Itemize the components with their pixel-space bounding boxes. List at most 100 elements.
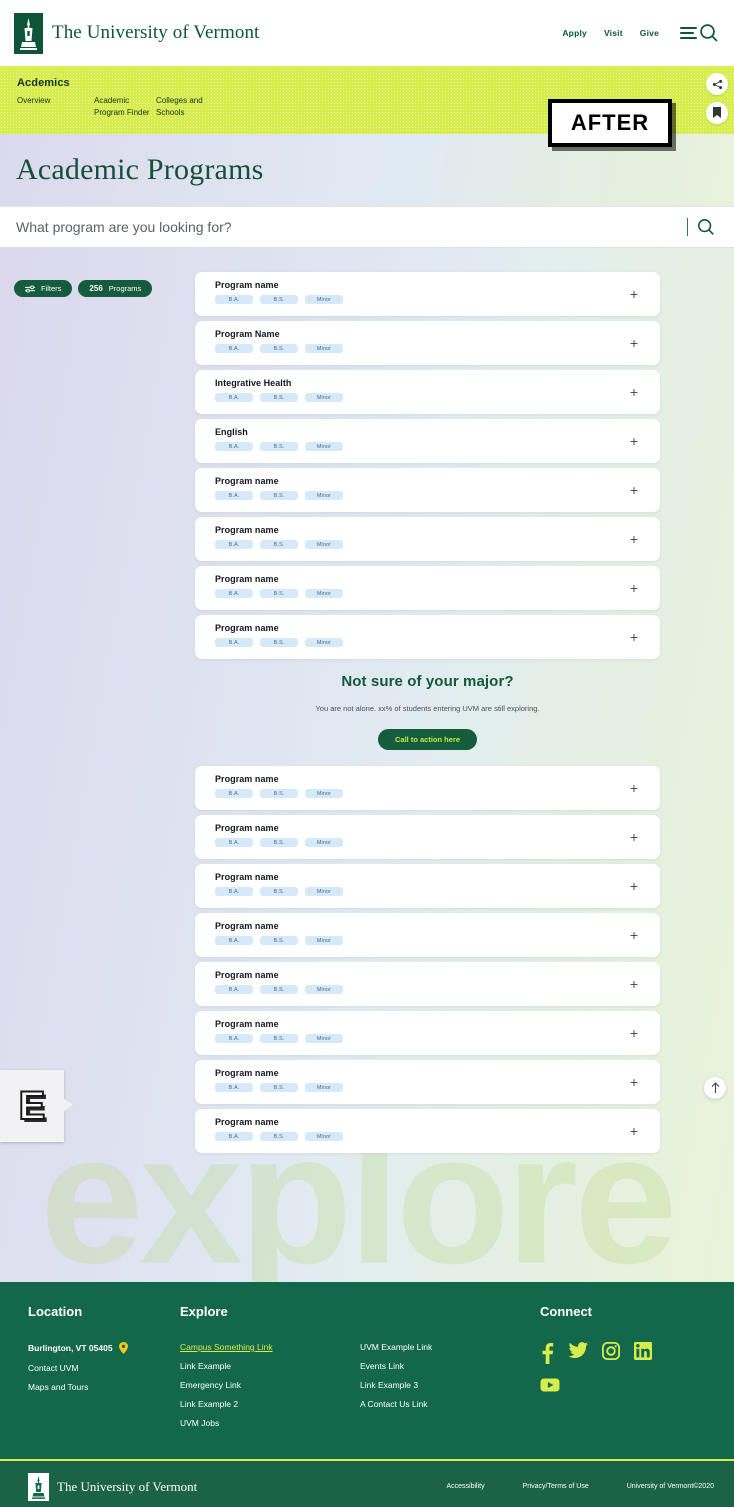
degree-tag: B.S.: [260, 442, 298, 451]
footer-link-link-example-2[interactable]: Link Example 2: [180, 1399, 360, 1409]
site-logo[interactable]: The University of Vermont: [14, 12, 259, 54]
program-card[interactable]: Program name B.A. B.S. Minor +: [195, 913, 660, 957]
program-card[interactable]: Program name B.A. B.S. Minor +: [195, 566, 660, 610]
share-button[interactable]: [706, 73, 728, 95]
footer-link-link-example[interactable]: Link Example: [180, 1361, 360, 1371]
facebook-icon[interactable]: [540, 1342, 554, 1364]
program-card[interactable]: Program name B.A. B.S. Minor +: [195, 864, 660, 908]
degree-tag: B.A.: [215, 442, 253, 451]
footer-link-contact-uvm[interactable]: Contact UVM: [28, 1363, 180, 1373]
degree-tags: B.A. B.S. Minor: [215, 442, 660, 451]
degree-tags: B.A. B.S. Minor: [215, 1034, 660, 1043]
nav-link-apply[interactable]: Apply: [562, 28, 587, 38]
cta-button[interactable]: Call to action here: [377, 729, 477, 750]
program-card[interactable]: Program name B.A. B.S. Minor +: [195, 615, 660, 659]
program-name: Program name: [215, 823, 279, 833]
program-card[interactable]: Program name B.A. B.S. Minor +: [195, 1011, 660, 1055]
degree-tag: B.S.: [260, 540, 298, 549]
program-card[interactable]: Integrative Health B.A. B.S. Minor +: [195, 370, 660, 414]
program-name: Program name: [215, 774, 279, 784]
degree-tag: Minor: [305, 789, 343, 798]
program-count-badge[interactable]: 256 Programs: [78, 280, 153, 297]
page-root: The University of Vermont Apply Visit Gi…: [0, 0, 734, 1507]
program-card[interactable]: Program Name B.A. B.S. Minor +: [195, 321, 660, 365]
degree-tag: B.S.: [260, 295, 298, 304]
nav-link-visit[interactable]: Visit: [604, 28, 623, 38]
plus-icon[interactable]: +: [630, 879, 638, 893]
plus-icon[interactable]: +: [630, 781, 638, 795]
program-card[interactable]: Program name B.A. B.S. Minor +: [195, 517, 660, 561]
program-count-label: Programs: [108, 284, 142, 293]
plus-icon[interactable]: +: [630, 287, 638, 301]
program-card[interactable]: Program name B.A. B.S. Minor +: [195, 962, 660, 1006]
youtube-icon[interactable]: [540, 1378, 560, 1392]
degree-tags: B.A. B.S. Minor: [215, 936, 660, 945]
site-footer: Location Burlington, VT 05405 Contact UV…: [0, 1282, 734, 1459]
program-card[interactable]: Program name B.A. B.S. Minor +: [195, 766, 660, 810]
degree-tags: B.A. B.S. Minor: [215, 295, 660, 304]
bookmark-button[interactable]: [706, 102, 728, 124]
plus-icon[interactable]: +: [630, 830, 638, 844]
plus-icon[interactable]: +: [630, 581, 638, 595]
plus-icon[interactable]: +: [630, 385, 638, 399]
footer-link-privacy-terms[interactable]: Privacy/Terms of Use: [523, 1483, 589, 1490]
program-card[interactable]: English B.A. B.S. Minor +: [195, 419, 660, 463]
footer-link-accessibility[interactable]: Accessibility: [446, 1483, 484, 1490]
footer-link-maps-and-tours[interactable]: Maps and Tours: [28, 1382, 180, 1392]
copyright-text: University of Vermont©2020: [626, 1483, 714, 1490]
plus-icon[interactable]: +: [630, 977, 638, 991]
plus-icon[interactable]: +: [630, 1075, 638, 1089]
degree-tags: B.A. B.S. Minor: [215, 1132, 660, 1141]
degree-tag: Minor: [305, 393, 343, 402]
legal-links: Accessibility Privacy/Terms of Use Unive…: [446, 1483, 714, 1490]
degree-tags: B.A. B.S. Minor: [215, 540, 660, 549]
footer-link-uvm-example[interactable]: UVM Example Link: [360, 1342, 540, 1352]
footer-link-a-contact-us[interactable]: A Contact Us Link: [360, 1399, 540, 1409]
filters-button[interactable]: Filters: [14, 280, 73, 297]
degree-tag: B.A.: [215, 887, 253, 896]
plus-icon[interactable]: +: [630, 1026, 638, 1040]
plus-icon[interactable]: +: [630, 1124, 638, 1138]
program-card[interactable]: Program name B.A. B.S. Minor +: [195, 468, 660, 512]
degree-tag: Minor: [305, 838, 343, 847]
program-name: Program name: [215, 525, 279, 535]
plus-icon[interactable]: +: [630, 630, 638, 644]
footer-link-campus-something[interactable]: Campus Something Link: [180, 1342, 360, 1352]
cta-section: Not sure of your major? You are not alon…: [195, 673, 660, 750]
subnav-item-colleges-and-schools[interactable]: Colleges and Schools: [156, 95, 231, 118]
degree-tag: Minor: [305, 1034, 343, 1043]
linkedin-icon[interactable]: [634, 1342, 652, 1364]
program-card[interactable]: Program name B.A. B.S. Minor +: [195, 272, 660, 316]
plus-icon[interactable]: +: [630, 532, 638, 546]
plus-icon[interactable]: +: [630, 434, 638, 448]
degree-tag: Minor: [305, 985, 343, 994]
subnav-item-academic-program-finder[interactable]: Academic Program Finder: [94, 95, 156, 118]
search-icon[interactable]: [698, 22, 720, 44]
degree-tag: Minor: [305, 295, 343, 304]
back-to-top-button[interactable]: [704, 1077, 726, 1099]
program-card[interactable]: Program name B.A. B.S. Minor +: [195, 1109, 660, 1153]
footer-link-link-example-3[interactable]: Link Example 3: [360, 1380, 540, 1390]
program-name: Program name: [215, 1117, 279, 1127]
plus-icon[interactable]: +: [630, 483, 638, 497]
program-list: Program name B.A. B.S. Minor + Program N…: [195, 272, 660, 1158]
program-card[interactable]: Program name B.A. B.S. Minor +: [195, 1060, 660, 1104]
nav-link-give[interactable]: Give: [640, 28, 659, 38]
search-submit-icon[interactable]: [696, 217, 716, 237]
footer-link-events[interactable]: Events Link: [360, 1361, 540, 1371]
twitter-icon[interactable]: [568, 1342, 588, 1364]
comment-marker[interactable]: E: [0, 1070, 73, 1142]
plus-icon[interactable]: +: [630, 336, 638, 350]
footer-link-uvm-jobs[interactable]: UVM Jobs: [180, 1418, 360, 1428]
program-card[interactable]: Program name B.A. B.S. Minor +: [195, 815, 660, 859]
hamburger-icon[interactable]: [680, 27, 697, 39]
footer-logo[interactable]: The University of Vermont: [28, 1472, 197, 1501]
search-input[interactable]: [16, 219, 687, 235]
program-name: Integrative Health: [215, 378, 292, 388]
subnav-item-overview[interactable]: Overview: [17, 95, 94, 118]
footer-link-emergency[interactable]: Emergency Link: [180, 1380, 360, 1390]
instagram-icon[interactable]: [602, 1342, 620, 1364]
plus-icon[interactable]: +: [630, 928, 638, 942]
degree-tags: B.A. B.S. Minor: [215, 887, 660, 896]
program-name: Program name: [215, 1019, 279, 1029]
